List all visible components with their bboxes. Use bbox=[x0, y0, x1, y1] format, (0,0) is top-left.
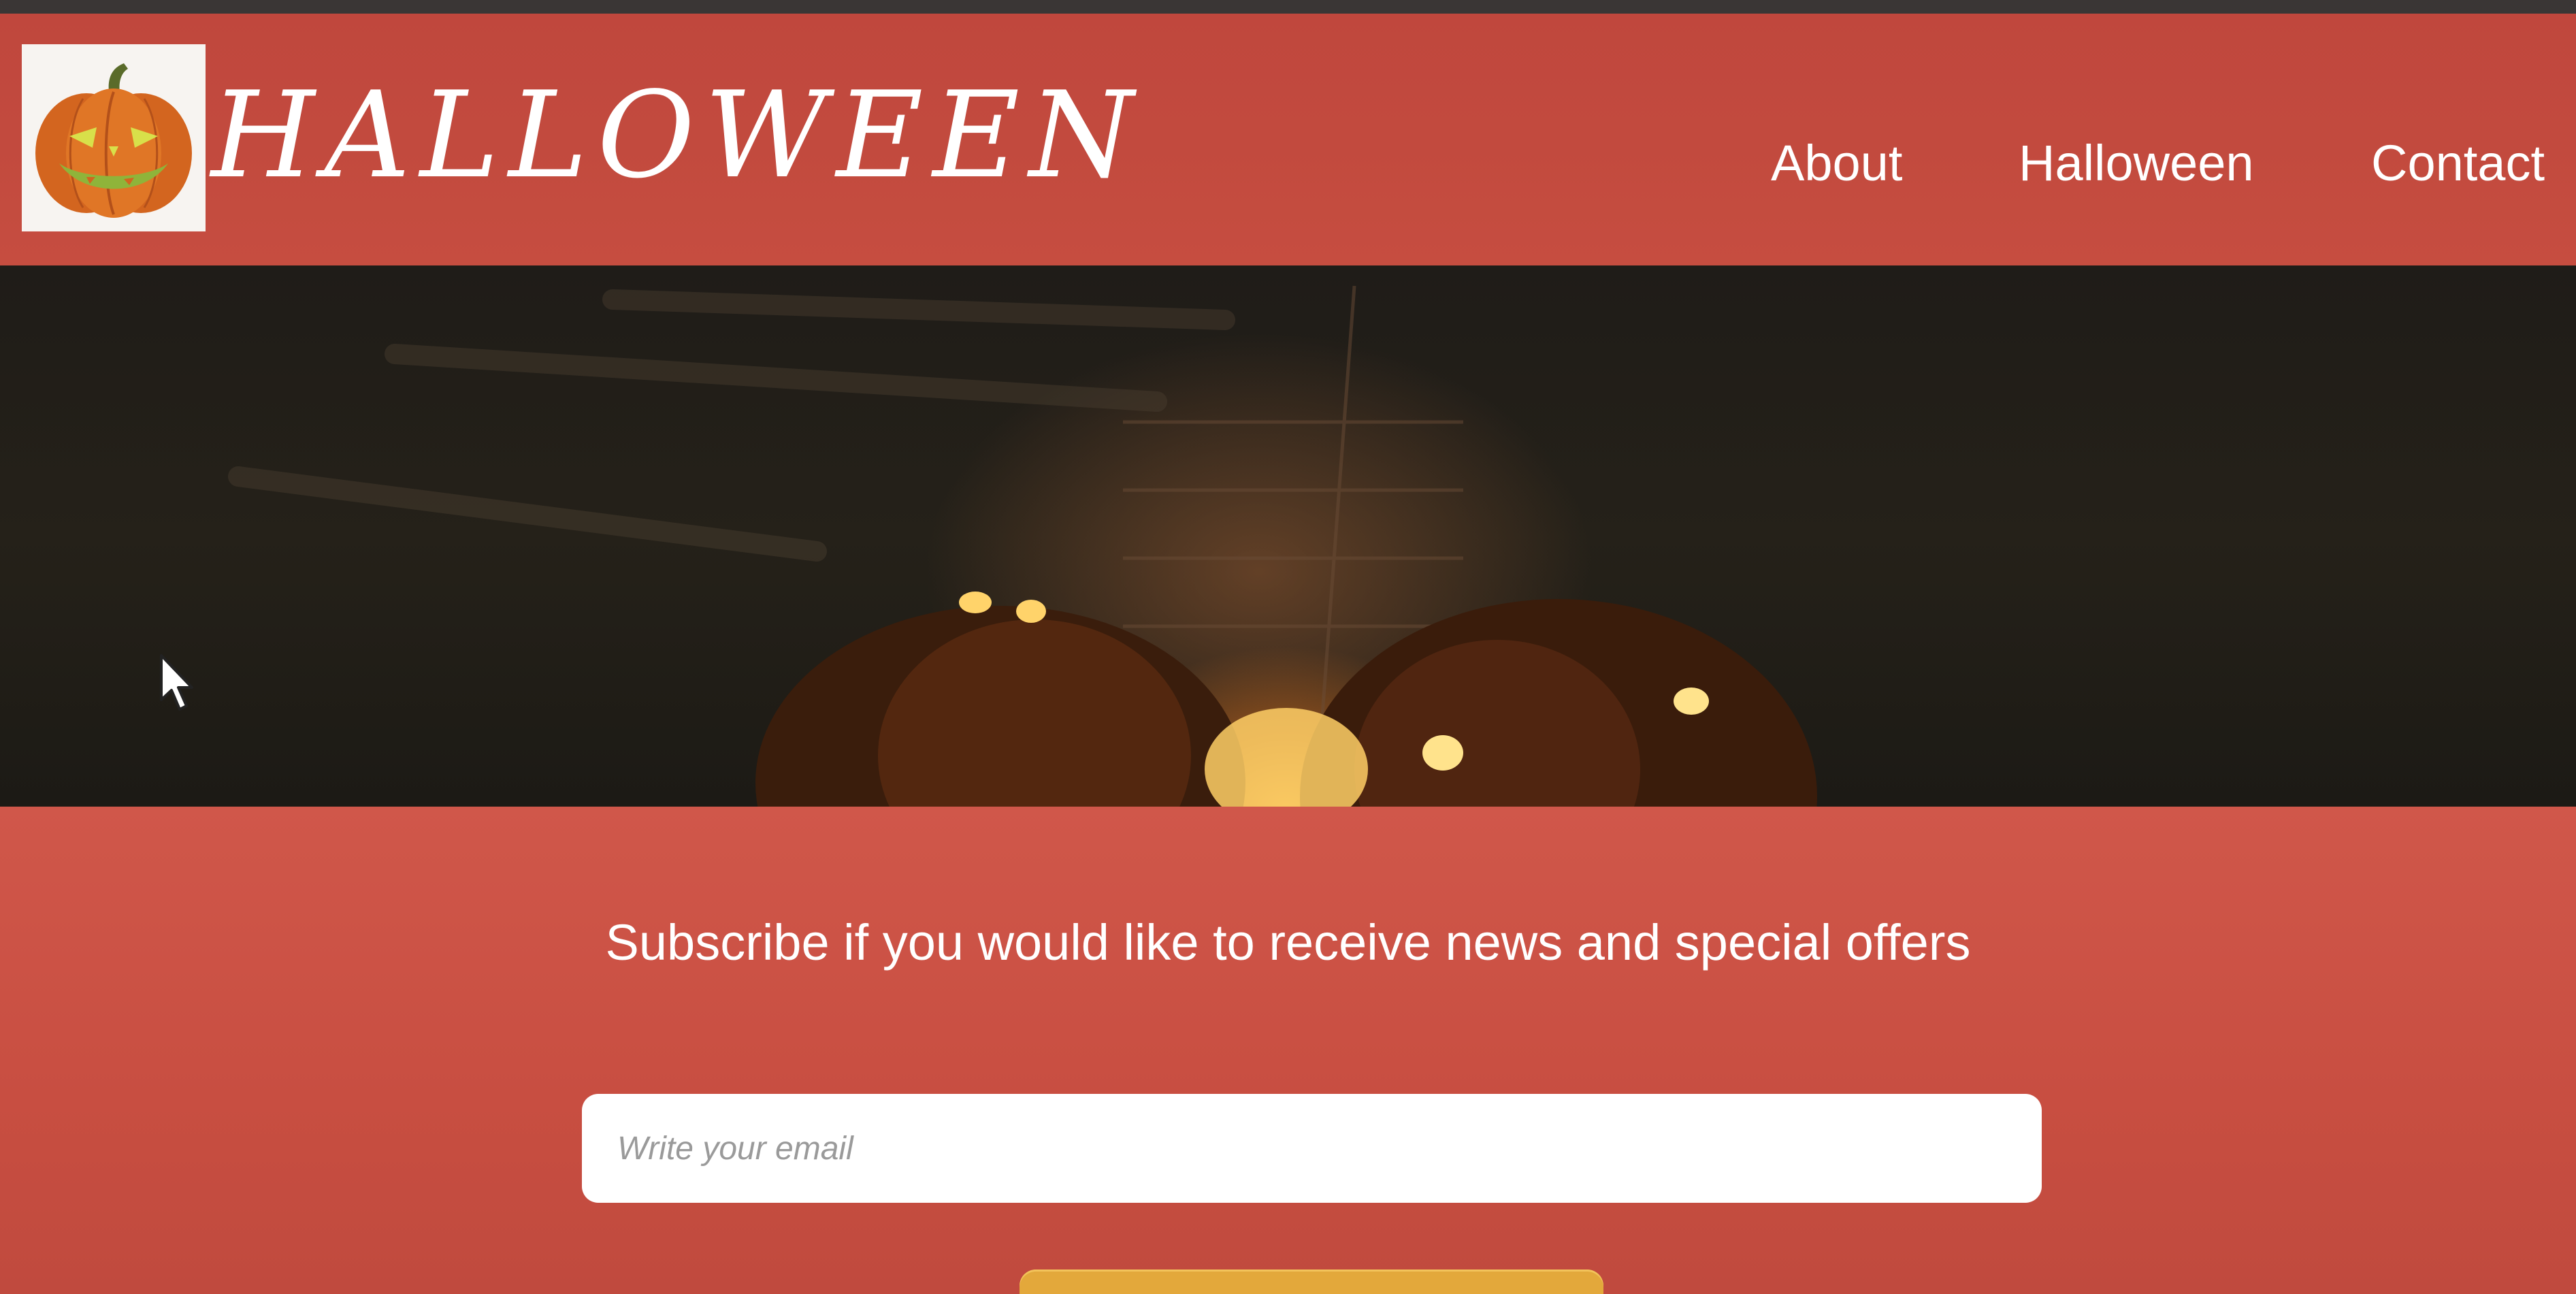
page: HALLOWEEN About Halloween Contact Subscr… bbox=[0, 0, 2576, 1294]
logo[interactable] bbox=[22, 44, 206, 231]
brand-title: HALLOWEEN bbox=[211, 67, 1143, 205]
jack-o-lantern-icon bbox=[35, 63, 192, 218]
subscribe-section: Subscribe if you would like to receive n… bbox=[0, 807, 2576, 1294]
mouse-cursor-icon bbox=[160, 654, 193, 711]
nav-link-about[interactable]: About bbox=[1771, 129, 1902, 197]
nav-link-contact[interactable]: Contact bbox=[2371, 129, 2545, 197]
site-header: HALLOWEEN About Halloween Contact bbox=[0, 14, 2576, 265]
nav-link-halloween[interactable]: Halloween bbox=[2019, 129, 2254, 197]
subscribe-heading: Subscribe if you would like to receive n… bbox=[605, 914, 1971, 971]
top-edge bbox=[0, 0, 2576, 14]
hero-illustration bbox=[228, 285, 1817, 807]
hero-image bbox=[0, 265, 2576, 807]
email-input[interactable] bbox=[582, 1094, 2042, 1203]
subscribe-button[interactable] bbox=[1020, 1269, 1603, 1294]
